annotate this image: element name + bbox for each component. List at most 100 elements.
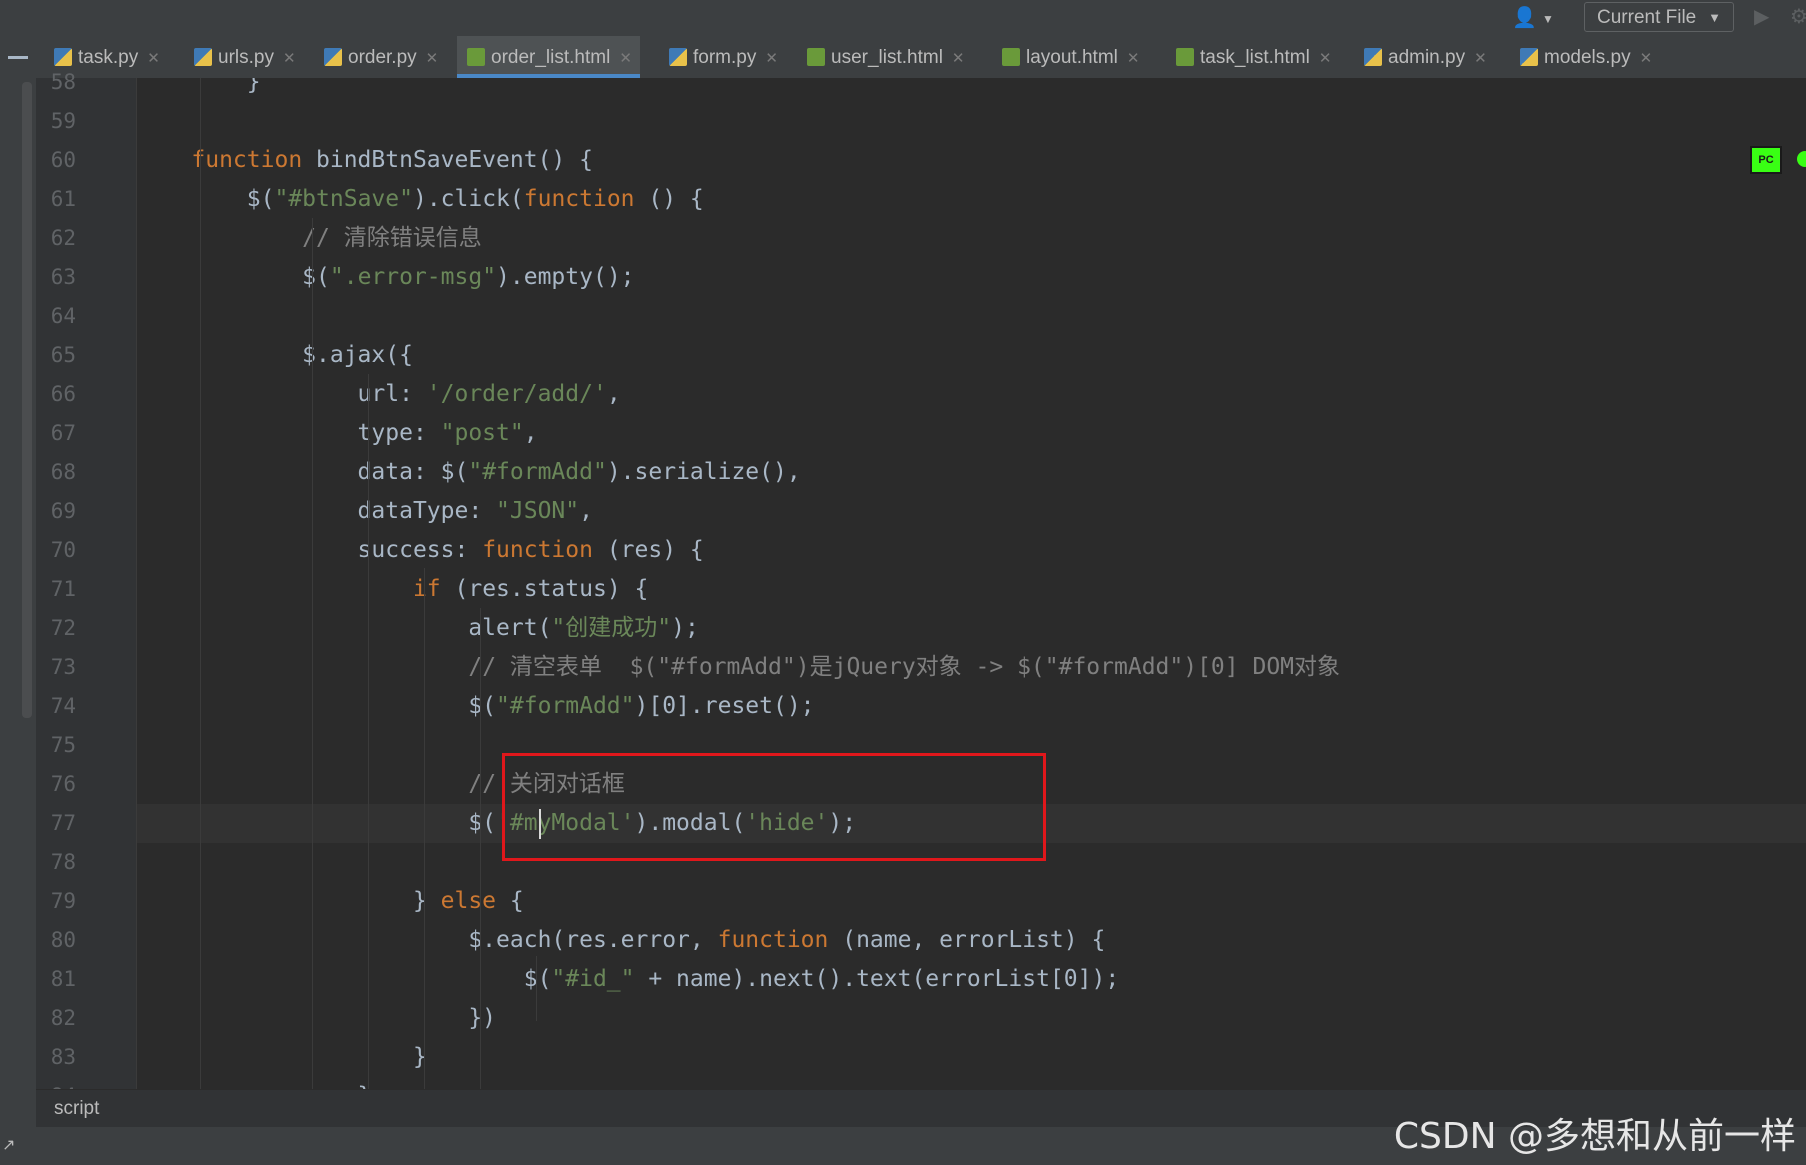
code-line-text: } — [136, 1044, 427, 1070]
code-line[interactable]: $.ajax({ — [136, 336, 1806, 375]
code-line[interactable]: }) — [136, 999, 1806, 1038]
close-icon[interactable]: ✕ — [619, 50, 632, 67]
line-number: 58 — [50, 70, 76, 94]
code-line-text: $(".error-msg").empty(); — [136, 264, 635, 290]
code-line-text: type: "post", — [136, 420, 538, 446]
top-toolbar: 👤 ▼ Current File ▼ ▶ ⚙ — [0, 0, 1806, 36]
code-line[interactable]: // 清空表单 $("#formAdd")是jQuery对象 -> $("#fo… — [136, 648, 1806, 687]
line-number: 70 — [50, 538, 76, 562]
indent-guide — [136, 78, 137, 1089]
code-line[interactable]: $("#btnSave").click(function () { — [136, 180, 1806, 219]
code-line[interactable]: type: "post", — [136, 414, 1806, 453]
code-line[interactable]: $("#id_" + name).next().text(errorList[0… — [136, 960, 1806, 999]
code-line-text: if (res.status) { — [412, 576, 649, 602]
line-number: 72 — [50, 616, 76, 640]
code-line-text: } else { — [136, 888, 524, 914]
line-number: 78 — [50, 850, 76, 874]
line-number: 65 — [50, 343, 76, 367]
indent-guide — [200, 78, 201, 1089]
collapse-icon[interactable] — [8, 56, 28, 59]
code-line-text: // 清除错误信息 — [302, 225, 482, 251]
code-line-text: function bindBtnSaveEvent() { — [191, 147, 593, 173]
line-number: 60 — [50, 148, 76, 172]
close-icon[interactable]: ✕ — [952, 50, 965, 67]
python-file-icon — [1520, 48, 1538, 66]
code-line[interactable]: if (res.status) { — [136, 570, 1806, 609]
breadcrumb[interactable]: script — [54, 1090, 99, 1128]
tab-user-list-html[interactable]: user_list.html ✕ — [797, 36, 965, 78]
code-line-text: $("#id_" + name).next().text(errorList[0… — [136, 966, 1120, 992]
code-line[interactable]: dataType: "JSON", — [136, 492, 1806, 531]
close-icon[interactable]: ✕ — [426, 50, 439, 67]
tab-label: order.py — [348, 47, 417, 68]
code-line[interactable] — [136, 297, 1806, 336]
code-line[interactable]: data: $("#formAdd").serialize(), — [136, 453, 1806, 492]
run-config-label: Current File — [1597, 7, 1697, 28]
watermark: CSDN @多想和从前一样 — [1393, 1116, 1796, 1157]
user-menu-button[interactable]: 👤 ▼ — [1512, 5, 1560, 31]
code-line[interactable]: alert("创建成功"); — [136, 609, 1806, 648]
scrollbar-thumb[interactable] — [22, 82, 32, 718]
tab-urls-py[interactable]: urls.py ✕ — [184, 36, 296, 78]
code-line-text: // 清空表单 $("#formAdd")是jQuery对象 -> $("#fo… — [468, 654, 1341, 680]
line-number: 73 — [50, 655, 76, 679]
tab-order-list-html[interactable]: order_list.html ✕ — [457, 36, 640, 78]
tab-label: form.py — [693, 47, 757, 68]
code-line[interactable]: } else { — [136, 882, 1806, 921]
status-icon[interactable]: ↗ — [2, 1135, 15, 1155]
code-line[interactable]: success: function (res) { — [136, 531, 1806, 570]
html-file-icon — [467, 48, 485, 66]
line-number: 76 — [50, 772, 76, 796]
line-number: 64 — [50, 304, 76, 328]
code-line[interactable]: // 清除错误信息 — [136, 219, 1806, 258]
tab-models-py[interactable]: models.py ✕ — [1510, 36, 1652, 78]
browser-icon[interactable] — [1797, 151, 1806, 167]
line-number: 61 — [50, 187, 76, 211]
tab-order-py[interactable]: order.py ✕ — [314, 36, 438, 78]
code-line[interactable]: $("#formAdd")[0].reset(); — [136, 687, 1806, 726]
code-line[interactable] — [136, 102, 1806, 141]
code-line[interactable]: } — [136, 78, 1806, 102]
code-line[interactable]: url: '/order/add/', — [136, 375, 1806, 414]
close-icon[interactable]: ✕ — [147, 50, 160, 67]
line-number: 83 — [50, 1045, 76, 1069]
editor-tab-bar: task.py ✕ urls.py ✕ order.py ✕ order_list.html… — [0, 36, 1806, 79]
tab-label: task.py — [78, 47, 139, 68]
python-file-icon — [324, 48, 342, 66]
code-line-text: $.ajax({ — [136, 342, 413, 368]
code-editor[interactable]: } function bindBtnSaveEvent() { $("#btnS… — [136, 78, 1806, 1089]
close-icon[interactable]: ✕ — [1640, 50, 1653, 67]
line-number: 66 — [50, 382, 76, 406]
tab-label: models.py — [1544, 47, 1631, 68]
code-line[interactable]: $(".error-msg").empty(); — [136, 258, 1806, 297]
tab-layout-html[interactable]: layout.html ✕ — [992, 36, 1139, 78]
python-file-icon — [1364, 48, 1382, 66]
line-number: 63 — [50, 265, 76, 289]
tab-admin-py[interactable]: admin.py ✕ — [1354, 36, 1487, 78]
indent-guide — [424, 568, 425, 1089]
code-line[interactable]: } — [136, 1038, 1806, 1077]
tab-label: user_list.html — [831, 47, 943, 68]
tab-task-list-html[interactable]: task_list.html ✕ — [1166, 36, 1331, 78]
tab-form-py[interactable]: form.py ✕ — [659, 36, 778, 78]
code-line-text: alert("创建成功"); — [136, 615, 699, 641]
user-icon: 👤 — [1512, 7, 1537, 29]
close-icon[interactable]: ✕ — [283, 50, 296, 67]
code-line[interactable]: function bindBtnSaveEvent() { — [136, 141, 1806, 180]
line-number: 81 — [50, 967, 76, 991]
close-icon[interactable]: ✕ — [1319, 50, 1332, 67]
run-config-select[interactable]: Current File ▼ — [1584, 2, 1734, 32]
close-icon[interactable]: ✕ — [1127, 50, 1140, 67]
line-number: 80 — [50, 928, 76, 952]
code-line-text: $("#btnSave").click(function () { — [136, 186, 704, 212]
close-icon[interactable]: ✕ — [1474, 50, 1487, 67]
code-line[interactable]: } — [136, 1077, 1806, 1089]
run-icon[interactable]: ▶ — [1754, 4, 1769, 29]
chevron-down-icon: ▼ — [1542, 12, 1554, 26]
gear-icon[interactable]: ⚙ — [1790, 4, 1806, 29]
line-number: 71 — [50, 577, 76, 601]
close-icon[interactable]: ✕ — [765, 50, 778, 67]
code-line[interactable]: $.each(res.error, function (name, errorL… — [136, 921, 1806, 960]
pycharm-icon[interactable]: PC — [1750, 146, 1782, 174]
tab-label: order_list.html — [491, 47, 611, 68]
